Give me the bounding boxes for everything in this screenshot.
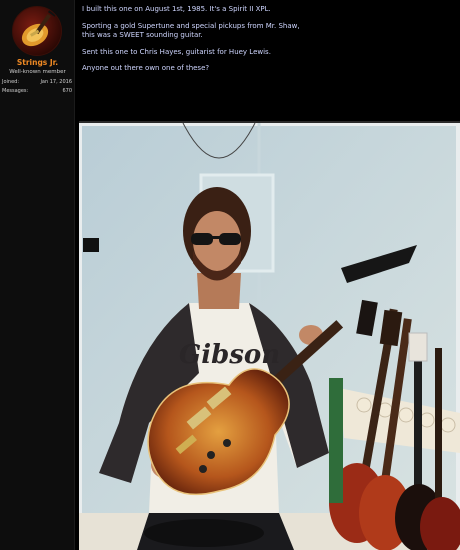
post-line: Anyone out there own one of these? [82,64,210,73]
joined-value: Jan 17, 2016 [40,79,72,85]
guitarist-photo-illustration: Gibson [79,123,460,550]
joined-label: Joined: [2,79,20,85]
post-paragraph: I built this one on August 1st, 1985. It… [82,5,452,15]
post-body: I built this one on August 1st, 1985. It… [82,5,452,81]
user-title: Well-known member [9,69,66,75]
post-paragraph: Sporting a gold Supertune and special pi… [82,22,452,41]
post-paragraph: Sent this one to Chris Hayes, guitarist … [82,48,452,58]
post-paragraph: Anyone out there own one of these? [82,64,452,74]
messages-value: 670 [62,88,72,94]
post-author-sidebar: Strings Jr. Well-known member Joined: Ja… [0,0,75,550]
post-line: Sporting a gold Supertune and special pi… [82,21,300,30]
shirt-logo: Gibson [179,340,280,370]
wall-sign [83,238,99,252]
post-line: I built this one on August 1st, 1985. It… [82,5,271,13]
guitar-avatar-image [21,7,58,47]
post-line: Sent this one to Chris Hayes, guitarist … [82,47,271,56]
post-photo[interactable]: Gibson [79,121,460,550]
post-line: this was a SWEET sounding guitar. [82,31,203,40]
user-avatar[interactable] [12,6,62,56]
messages-label: Messages: [2,88,29,94]
username[interactable]: Strings Jr. [0,58,75,67]
